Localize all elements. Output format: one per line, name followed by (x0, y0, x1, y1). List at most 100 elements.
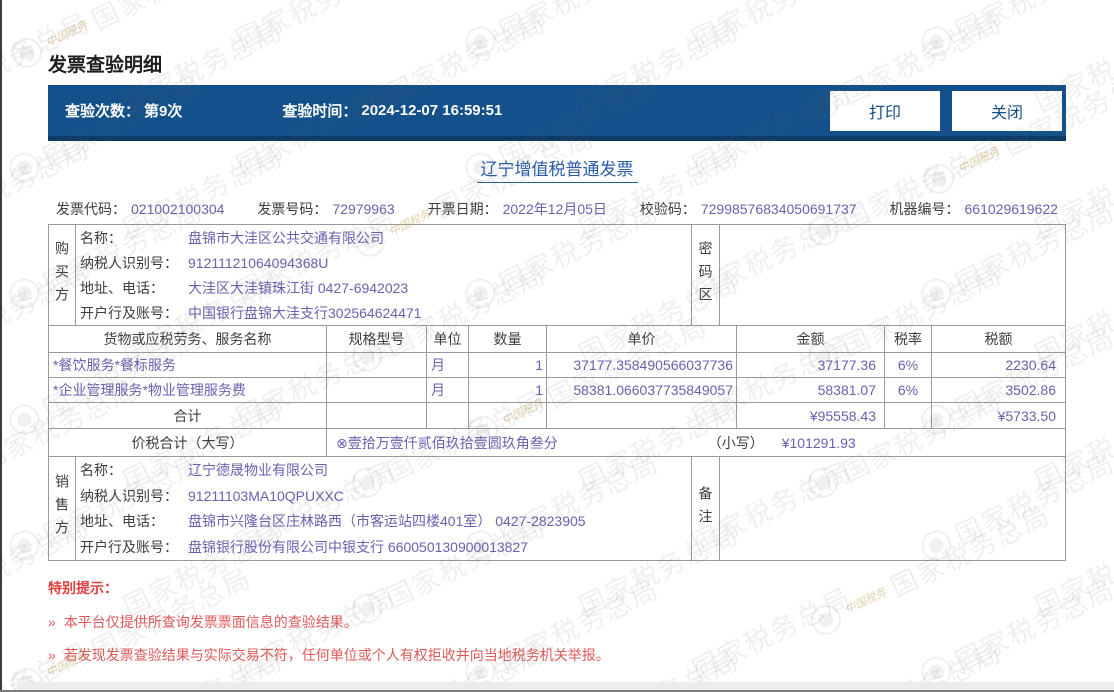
machine-number: 机器编号：661029619622 (890, 199, 1058, 219)
item-name: *餐饮服务*餐标服务 (49, 353, 326, 377)
item-spec (326, 353, 426, 377)
header-tax-rate: 税率 (884, 326, 931, 352)
watermark-seal-text: 中国税务 (43, 16, 90, 50)
check-code: 校验码：72998576834050691737 (640, 199, 857, 219)
buyer-side-label: 购买方 (49, 225, 75, 325)
notice-item: » 本平台仅提供所查询发票票面信息的查验结果。 (48, 612, 610, 632)
item-unit-price: 58381.066037735849057 (546, 378, 736, 402)
item-tax-amount: 3502.86 (931, 378, 1065, 402)
grand-total-values: ⊗壹拾万壹仟贰佰玖拾壹圆玖角叁分 （小写） ¥101291.93 (326, 429, 1065, 456)
watermark-text: 国家税务总局 (228, 0, 401, 57)
invoice-detail: 辽宁增值税普通发票 发票代码：021002100304 发票号码：7297996… (48, 155, 1066, 561)
item-unit: 月 (426, 378, 468, 402)
item-amount: 58381.07 (736, 378, 884, 402)
notice-text: 若发现发票查验结果与实际交易不符，任何单位或个人有权拒收并向当地税务机关举报。 (64, 647, 610, 663)
action-buttons: 打印 关闭 (830, 91, 1062, 131)
print-button[interactable]: 打印 (830, 91, 940, 131)
watermark-tile: 国家税务总局 (458, 0, 665, 65)
bullet-icon: » (48, 614, 56, 630)
watermark-seal-text: 中国税务 (842, 583, 889, 617)
buyer-section: 购买方 名称：盘锦市大洼区公共交通有限公司 纳税人识别号：91211121064… (49, 225, 1065, 325)
grand-total-small-value: ¥101291.93 (782, 435, 856, 451)
header-amount: 金额 (736, 326, 884, 352)
watermark-tile: 国家税务总局 (684, 0, 857, 57)
window-left-edge (0, 0, 2, 692)
subtotal-tax-amount: ¥5733.50 (931, 403, 1065, 428)
buyer-info: 名称：盘锦市大洼区公共交通有限公司 纳税人识别号：912111210640943… (75, 225, 691, 325)
seller-taxid-row: 纳税人识别号：91211103MA10QPUXXC (80, 483, 691, 509)
query-count-label: 查验次数： (65, 100, 140, 121)
page-title: 发票查验明细 (48, 50, 162, 77)
buyer-name-row: 名称：盘锦市大洼区公共交通有限公司 (80, 225, 691, 250)
tax-emblem-icon (460, 21, 500, 61)
item-tax-rate: 6% (884, 378, 931, 402)
item-row: *企业管理服务*物业管理服务费 月 1 58381.06603773584905… (49, 377, 1065, 402)
watermark-text: 国家税务总局 (684, 576, 857, 687)
subtotal-spec (326, 403, 426, 428)
item-name: *企业管理服务*物业管理服务费 (49, 378, 326, 402)
seller-section: 销售方 名称：辽宁德晟物业有限公司 纳税人识别号：91211103MA10QPU… (49, 456, 1065, 560)
notice-item: » 若发现发票查验结果与实际交易不符，任何单位或个人有权拒收并向当地税务机关举报。 (48, 645, 610, 665)
watermark-tile: 国家税务总局 (914, 568, 1114, 692)
header-unit-price: 单价 (546, 326, 736, 352)
tax-emblem-icon (4, 525, 44, 565)
item-quantity: 1 (468, 378, 546, 402)
invoice-number: 发票号码：72979963 (257, 199, 394, 219)
tax-emblem-icon (806, 599, 846, 639)
invoice-type-title: 辽宁增值税普通发票 (477, 155, 638, 183)
tax-emblem-icon (4, 399, 44, 439)
subtotal-label: 合计 (49, 403, 326, 428)
item-tax-rate: 6% (884, 353, 931, 377)
special-notice: 特别提示： » 本平台仅提供所查询发票票面信息的查验结果。 » 若发现发票查验结果与… (48, 578, 610, 678)
bullet-icon: » (48, 647, 56, 663)
buyer-address-row: 地址、电话：大洼区大洼镇珠江街 0427-6942023 (80, 275, 691, 300)
invoice-codes-row: 发票代码：021002100304 发票号码：72979963 开票日期：202… (48, 196, 1066, 222)
watermark-text: 国家税务总局 (684, 0, 857, 57)
query-count: 查验次数： 第9次 (65, 100, 182, 121)
query-count-value: 第9次 (144, 100, 182, 121)
subtotal-row: 合计 ¥95558.43 ¥5733.50 (49, 402, 1065, 428)
header-tax-amount: 税额 (931, 326, 1065, 352)
invoice-table: 购买方 名称：盘锦市大洼区公共交通有限公司 纳税人识别号：91211121064… (48, 224, 1066, 561)
item-amount: 37177.36 (736, 353, 884, 377)
grand-total-label: 价税合计（大写） (49, 429, 326, 456)
tax-emblem-icon (916, 21, 956, 61)
query-info-bar: 查验次数： 第9次 查验时间： 2024-12-07 16:59:51 打印 关… (48, 85, 1066, 141)
notice-text: 本平台仅提供所查询发票票面信息的查验结果。 (64, 614, 358, 630)
remark-label: 备注 (691, 457, 719, 560)
subtotal-tax-rate (884, 403, 931, 428)
tax-emblem-icon (4, 273, 44, 313)
seller-side-label: 销售方 (49, 457, 75, 560)
subtotal-unit (426, 403, 468, 428)
item-unit: 月 (426, 353, 468, 377)
grand-total-words: ⊗壹拾万壹仟贰佰玖拾壹圆玖角叁分 (336, 433, 558, 453)
watermark-text: 国家税务总局 (947, 0, 1114, 49)
watermark-text: 国家税务总局 (84, 0, 257, 38)
subtotal-amount: ¥95558.43 (736, 403, 884, 428)
item-unit-price: 37177.358490566037736 (546, 353, 736, 377)
invoice-code: 发票代码：021002100304 (56, 199, 224, 219)
header-quantity: 数量 (468, 326, 546, 352)
items-header-row: 货物或应税劳务、服务名称 规格型号 单位 数量 单价 金额 税率 税额 (49, 326, 1065, 352)
seller-address-row: 地址、电话：盘锦市兴隆台区庄林路西（市客运站四楼401室） 0427-28239… (80, 509, 691, 535)
invoice-date: 开票日期：2022年12月05日 (428, 199, 607, 219)
close-button[interactable]: 关闭 (952, 91, 1062, 131)
buyer-taxid-row: 纳税人识别号：91211121064094368U (80, 250, 691, 275)
remark-area (719, 457, 1065, 560)
item-tax-amount: 2230.64 (931, 353, 1065, 377)
item-quantity: 1 (468, 353, 546, 377)
watermark-tile: 国家税务总局 (914, 0, 1114, 65)
query-time-label: 查验时间： (282, 100, 357, 121)
watermark-text: 国家税务总局 (491, 0, 664, 49)
horizontal-scrollbar[interactable] (17, 682, 1114, 690)
query-time: 查验时间： 2024-12-07 16:59:51 (282, 100, 502, 121)
subtotal-quantity (468, 403, 546, 428)
password-area (719, 225, 1065, 325)
tax-emblem-icon (7, 32, 47, 72)
item-row: *餐饮服务*餐标服务 月 1 37177.358490566037736 371… (49, 352, 1065, 377)
watermark-text: 国家税务总局 (947, 568, 1114, 679)
watermark-tile: 国家税务总局 (228, 0, 401, 57)
notice-title: 特别提示： (48, 578, 610, 598)
grand-total-small-label: （小写） (708, 433, 764, 453)
header-spec: 规格型号 (326, 326, 426, 352)
